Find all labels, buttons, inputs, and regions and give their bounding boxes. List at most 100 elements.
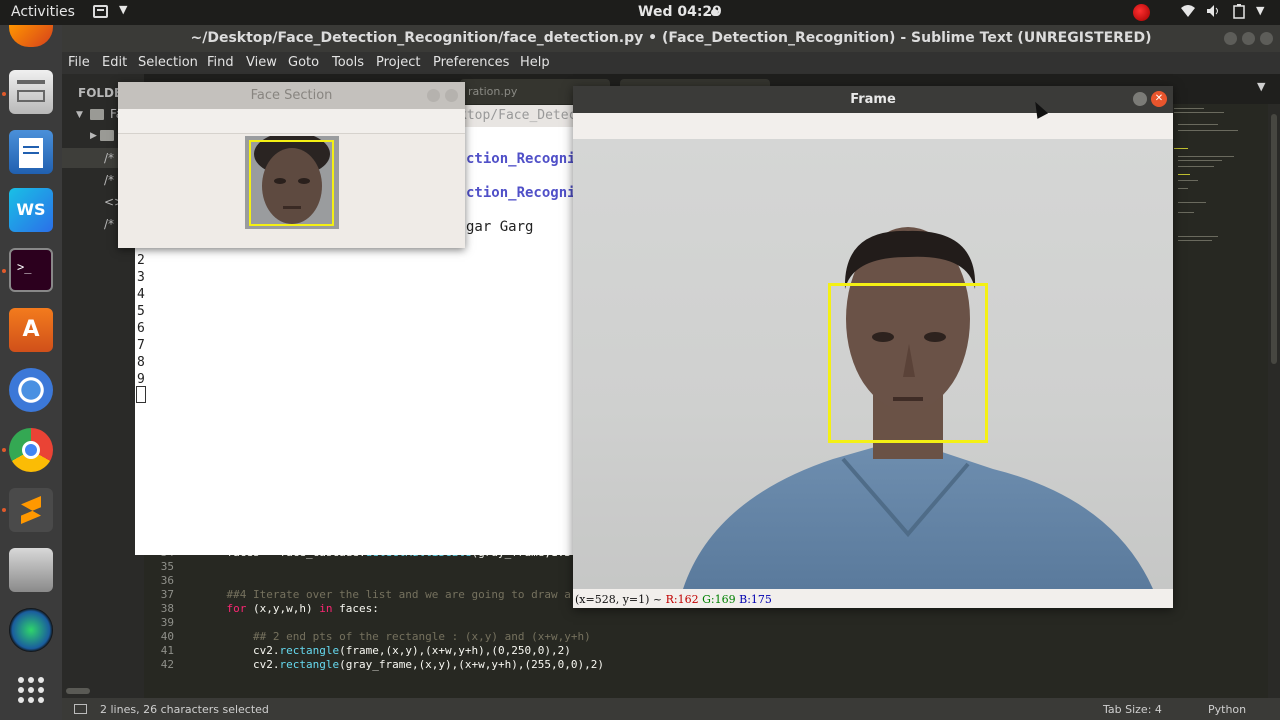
running-indicator xyxy=(2,508,6,512)
folder-icon xyxy=(90,109,104,120)
minimap[interactable] xyxy=(1172,104,1256,304)
code-token: rectangle xyxy=(279,644,340,657)
wifi-icon[interactable] xyxy=(1180,4,1196,22)
folder-icon xyxy=(100,130,114,141)
files-icon[interactable] xyxy=(9,70,53,114)
battery-icon[interactable] xyxy=(1232,4,1246,23)
record-indicator-icon[interactable] xyxy=(1133,4,1150,21)
firefox-icon[interactable] xyxy=(9,25,53,47)
text-cursor xyxy=(136,386,146,403)
code-token: cv2. xyxy=(200,658,280,671)
software-center-icon[interactable]: A xyxy=(9,308,53,352)
detected-face-thumbnail xyxy=(245,136,339,229)
syntax-selector[interactable]: Python xyxy=(1208,703,1246,716)
selection-status: 2 lines, 26 characters selected xyxy=(100,703,269,716)
code-line[interactable]: cv2.rectangle(gray_frame,(x,y),(x+w,y+h)… xyxy=(200,658,770,672)
menu-find[interactable]: Find xyxy=(207,55,234,70)
frame-toolbar xyxy=(573,113,1173,139)
tab-list-chevron-icon[interactable]: ▼ xyxy=(1257,80,1265,93)
code-token: (gray_frame,(x,y),(x+w,y+h),(255,0,0),2) xyxy=(339,658,604,671)
system-menu-caret-icon[interactable]: ▼ xyxy=(1256,4,1264,17)
light-line-numbers: 2 3 4 5 6 7 8 9 xyxy=(137,253,145,387)
volume-icon[interactable] xyxy=(1206,4,1222,22)
menu-goto[interactable]: Goto xyxy=(288,55,319,70)
expand-arrow-icon[interactable]: ▼ xyxy=(76,110,83,120)
vertical-scrollbar[interactable] xyxy=(1268,104,1280,707)
face-section-title[interactable]: Face Section xyxy=(118,82,465,109)
webcam-app-icon[interactable] xyxy=(9,608,53,652)
pixel-blue-value: B:175 xyxy=(739,593,772,606)
code-token: ## 2 end pts of the rectangle : (x,y) an… xyxy=(200,630,591,643)
terminal-icon[interactable]: >_ xyxy=(9,248,53,292)
minimize-button[interactable] xyxy=(1224,32,1237,45)
menu-edit[interactable]: Edit xyxy=(102,55,127,70)
code-fragment: ction_Recogni xyxy=(466,185,576,201)
face-section-toolbar xyxy=(118,109,465,134)
code-line[interactable]: ## 2 end pts of the rectangle : (x,y) an… xyxy=(200,630,770,644)
show-applications-icon[interactable] xyxy=(9,668,53,712)
window-title: ~/Desktop/Face_Detection_Recognition/fac… xyxy=(62,25,1280,52)
face-section-window: Face Section xyxy=(118,82,465,248)
code-fragment: gar Garg xyxy=(466,219,534,235)
sublime-text-icon[interactable] xyxy=(9,488,53,532)
frame-window: Frame ✕ (x=528, y=1) ~ R:162 G:169 B:175 xyxy=(573,86,1173,608)
code-token: for xyxy=(200,602,247,615)
face-detection-box xyxy=(249,140,334,226)
tab-size-selector[interactable]: Tab Size: 4 xyxy=(1103,703,1162,716)
running-indicator xyxy=(2,92,6,96)
running-indicator xyxy=(2,269,6,273)
code-line[interactable] xyxy=(200,616,770,630)
writer-icon[interactable] xyxy=(9,130,53,174)
printer-icon[interactable] xyxy=(9,548,53,592)
app-menu-icon[interactable] xyxy=(93,5,108,18)
close-button[interactable] xyxy=(1260,32,1273,45)
webstorm-icon[interactable]: WS xyxy=(9,188,53,232)
menu-help[interactable]: Help xyxy=(520,55,550,70)
menu-selection[interactable]: Selection xyxy=(138,55,198,70)
code-token: in xyxy=(319,602,333,615)
pixel-coords: (x=528, y=1) ~ xyxy=(575,593,666,606)
code-token: (frame,(x,y),(x+w,y+h),(0,250,0),2) xyxy=(339,644,571,657)
code-token: faces: xyxy=(332,602,379,615)
menu-project[interactable]: Project xyxy=(376,55,420,70)
menu-view[interactable]: View xyxy=(246,55,277,70)
sidebar-file[interactable]: /* xyxy=(104,151,114,165)
webcam-video[interactable] xyxy=(573,139,1173,589)
path-fragment: ktop/Face_Detec xyxy=(459,105,576,127)
close-button[interactable] xyxy=(445,89,458,102)
menu-tools[interactable]: Tools xyxy=(332,55,364,70)
face-detection-box xyxy=(828,283,988,443)
pixel-info-bar: (x=528, y=1) ~ R:162 G:169 B:175 xyxy=(573,592,1173,608)
horizontal-scrollbar[interactable] xyxy=(66,688,90,694)
launcher-dock: WS >_ A xyxy=(0,25,62,720)
maximize-button[interactable] xyxy=(1242,32,1255,45)
sidebar-file[interactable]: /* xyxy=(104,217,114,231)
minimize-button[interactable] xyxy=(427,89,440,102)
code-fragment: ction_Recogni xyxy=(466,151,576,167)
code-line[interactable]: cv2.rectangle(frame,(x,y),(x+w,y+h),(0,2… xyxy=(200,644,770,658)
minimize-button[interactable] xyxy=(1133,92,1147,106)
code-token: (x,y,w,h) xyxy=(246,602,320,615)
close-button[interactable]: ✕ xyxy=(1151,91,1167,107)
code-token: cv2. xyxy=(200,644,280,657)
chrome-icon[interactable] xyxy=(9,428,53,472)
frame-title[interactable]: Frame xyxy=(573,86,1173,113)
chromium-icon[interactable] xyxy=(9,368,53,412)
panel-toggle-icon[interactable] xyxy=(74,704,87,714)
menu-bar: File Edit Selection Find View Goto Tools… xyxy=(62,52,1280,74)
status-bar: 2 lines, 26 characters selected Tab Size… xyxy=(62,698,1280,720)
sidebar-file[interactable]: /* xyxy=(104,173,114,187)
chevron-down-icon[interactable]: ▼ xyxy=(119,3,127,16)
top-bar: Activities ▼ Wed 04:29 ▼ xyxy=(0,0,1280,25)
pixel-green-value: G:169 xyxy=(702,593,736,606)
clock[interactable]: Wed 04:29 xyxy=(638,4,722,20)
running-indicator xyxy=(2,448,6,452)
collapse-arrow-icon[interactable]: ▶ xyxy=(90,131,97,141)
activities-button[interactable]: Activities xyxy=(11,4,75,20)
menu-file[interactable]: File xyxy=(68,55,90,70)
pixel-red-value: R:162 xyxy=(665,593,699,606)
menu-preferences[interactable]: Preferences xyxy=(433,55,509,70)
code-token: rectangle xyxy=(279,658,340,671)
desktop: Activities ▼ Wed 04:29 ▼ WS >_ A ~/Deskt… xyxy=(0,0,1280,720)
sidebar-header: FOLDE xyxy=(78,86,123,100)
